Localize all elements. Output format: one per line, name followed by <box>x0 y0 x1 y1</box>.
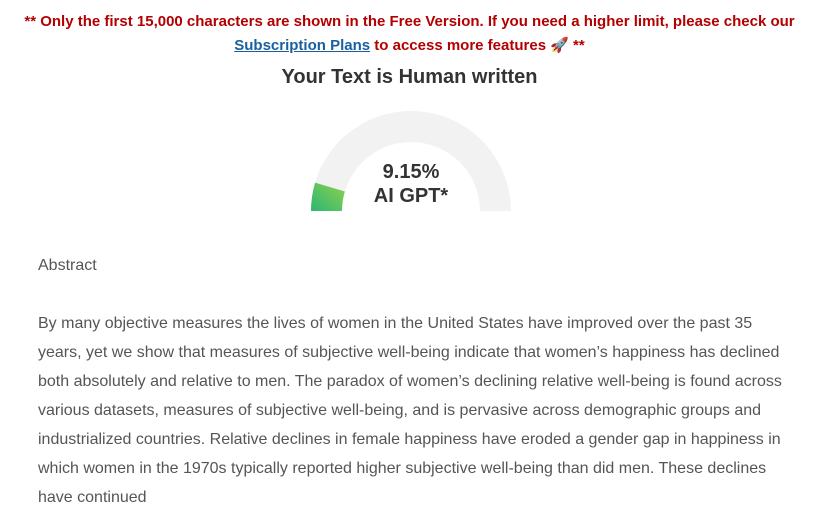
free-version-notice: ** Only the first 15,000 characters are … <box>0 10 819 58</box>
result-title: Your Text is Human written <box>281 66 538 88</box>
notice-text: ** Only the first 15,000 characters are … <box>24 13 795 30</box>
abstract-heading: Abstract <box>38 257 97 274</box>
ai-score-percent: 9.15% <box>382 161 440 183</box>
notice-suffix: to access more features 🚀 ** <box>374 37 585 54</box>
abstract-body: By many objective measures the lives of … <box>38 315 782 506</box>
ai-model-label: AI GPT* <box>373 185 449 207</box>
subscription-plans-link[interactable]: Subscription Plans <box>234 37 370 54</box>
